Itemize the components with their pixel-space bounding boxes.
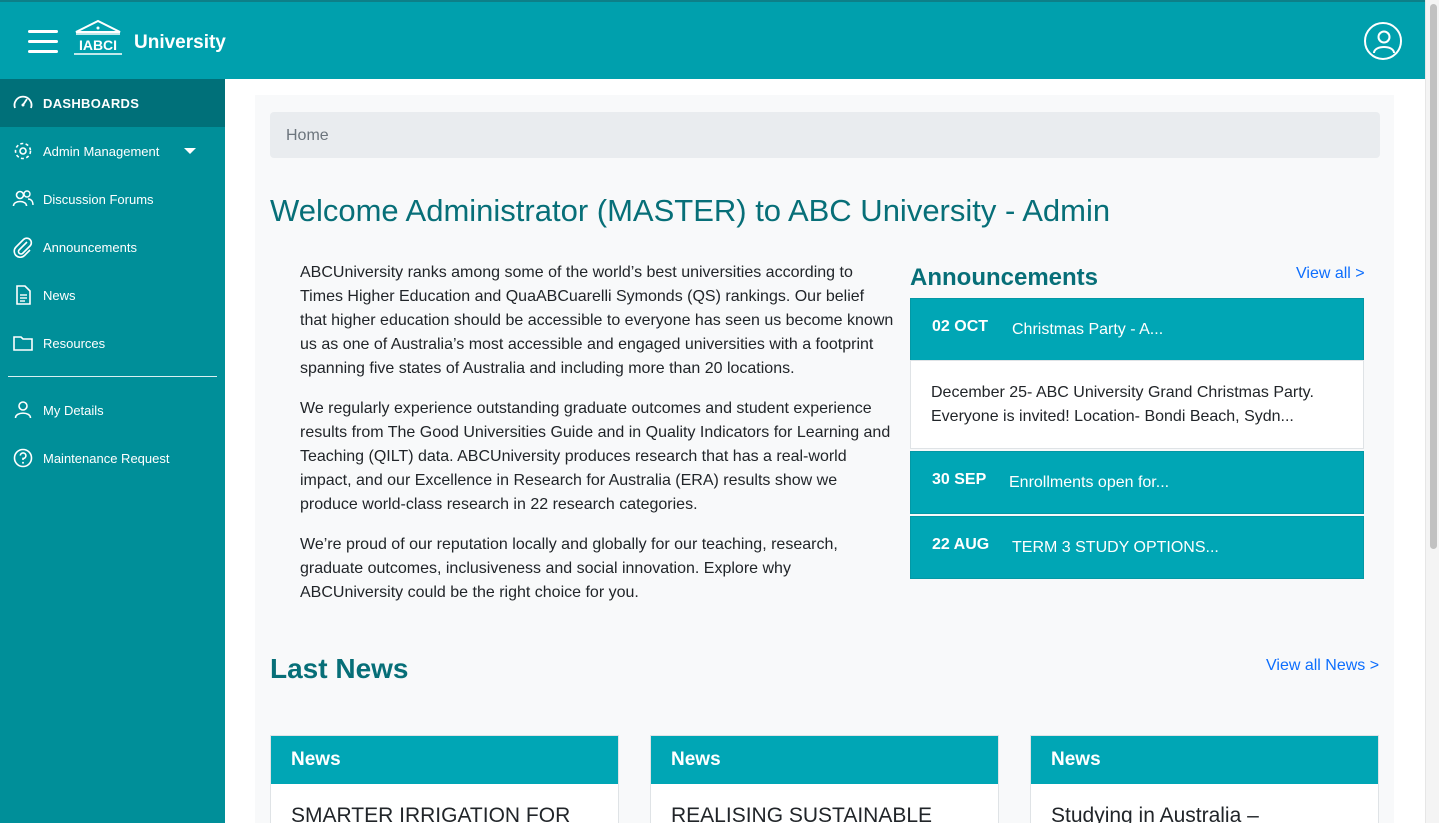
sidebar: DASHBOARDS Admin Management Discussion F… <box>0 79 225 823</box>
people-icon <box>12 190 34 207</box>
intro-paragraph: We regularly experience outstanding grad… <box>300 400 891 513</box>
announcement-card[interactable]: 30 SEP Enrollments open for... <box>910 451 1364 514</box>
main-content: Home Welcome Administrator (MASTER) to A… <box>255 95 1394 823</box>
sidebar-item-label: Discussion Forums <box>43 191 154 207</box>
sidebar-item-maintenance-request[interactable]: Maintenance Request <box>0 434 225 482</box>
svg-text:IABCI: IABCI <box>79 37 117 53</box>
news-card[interactable]: News SMARTER IRRIGATION FOR <box>270 735 619 823</box>
announcement-card[interactable]: 02 OCT Christmas Party - A... <box>910 298 1364 361</box>
paperclip-icon <box>13 237 33 258</box>
announcement-title: Christmas Party - A... <box>1012 321 1164 338</box>
sidebar-item-admin-management[interactable]: Admin Management <box>0 127 225 175</box>
news-card[interactable]: News REALISING SUSTAINABLE <box>650 735 999 823</box>
page-scrollbar[interactable] <box>1425 0 1439 823</box>
sidebar-divider <box>8 376 217 377</box>
announcement-date: 22 AUG <box>932 536 990 553</box>
page-title: Welcome Administrator (MASTER) to ABC Un… <box>270 193 1111 228</box>
folder-icon <box>13 336 33 351</box>
news-card-title: REALISING SUSTAINABLE <box>671 804 933 823</box>
announcement-date: 02 OCT <box>932 318 989 335</box>
news-card-label: News <box>651 736 998 784</box>
sidebar-item-label: Announcements <box>43 239 137 255</box>
intro-text: ABCUniversity ranks among some of the wo… <box>300 261 895 621</box>
user-circle-icon <box>1373 30 1395 54</box>
news-card-title: SMARTER IRRIGATION FOR <box>291 804 571 823</box>
sidebar-item-label: Admin Management <box>43 143 160 159</box>
document-icon <box>16 285 31 305</box>
breadcrumb[interactable]: Home <box>270 112 1380 158</box>
hamburger-icon[interactable] <box>28 30 58 54</box>
announcement-title: Enrollments open for... <box>1009 474 1170 491</box>
news-card-label: News <box>271 736 618 784</box>
top-header: IABCI University <box>0 0 1425 79</box>
sidebar-item-my-details[interactable]: My Details <box>0 386 225 434</box>
chevron-down-icon[interactable] <box>184 148 196 154</box>
sidebar-item-announcements[interactable]: Announcements <box>0 223 225 271</box>
speedometer-icon <box>13 95 33 109</box>
sidebar-item-label: My Details <box>43 402 104 418</box>
sidebar-item-news[interactable]: News <box>0 271 225 319</box>
news-card[interactable]: News Studying in Australia – <box>1030 735 1379 823</box>
sidebar-item-label: DASHBOARDS <box>43 95 140 111</box>
university-logo[interactable]: IABCI <box>70 19 126 57</box>
announcements-view-all-link[interactable]: View all > <box>1296 265 1365 283</box>
brand-name: University <box>134 32 226 53</box>
user-profile-button[interactable] <box>1364 22 1402 60</box>
sidebar-item-label: Maintenance Request <box>43 450 170 466</box>
news-view-all-link[interactable]: View all News > <box>1266 657 1379 675</box>
sidebar-item-resources[interactable]: Resources <box>0 319 225 367</box>
question-circle-icon <box>13 448 33 468</box>
scrollbar-thumb[interactable] <box>1430 4 1437 549</box>
announcement-card[interactable]: 22 AUG TERM 3 STUDY OPTIONS... <box>910 516 1364 579</box>
sidebar-item-dashboards[interactable]: DASHBOARDS <box>0 79 225 127</box>
announcement-body: December 25- ABC University Grand Christ… <box>910 360 1364 449</box>
announcement-date: 30 SEP <box>932 471 987 488</box>
news-heading: Last News <box>270 653 409 684</box>
person-icon <box>14 401 32 419</box>
sidebar-item-discussion-forums[interactable]: Discussion Forums <box>0 175 225 223</box>
news-card-title: Studying in Australia – <box>1051 804 1259 823</box>
sidebar-item-label: Resources <box>43 335 106 351</box>
sidebar-item-label: News <box>43 287 76 303</box>
intro-paragraph: We’re proud of our reputation locally an… <box>300 536 838 601</box>
announcement-title: TERM 3 STUDY OPTIONS... <box>1012 539 1219 556</box>
gear-icon <box>14 142 32 160</box>
news-card-label: News <box>1031 736 1378 784</box>
announcements-heading: Announcements <box>910 264 1099 291</box>
intro-paragraph: ABCUniversity ranks among some of the wo… <box>300 264 894 377</box>
